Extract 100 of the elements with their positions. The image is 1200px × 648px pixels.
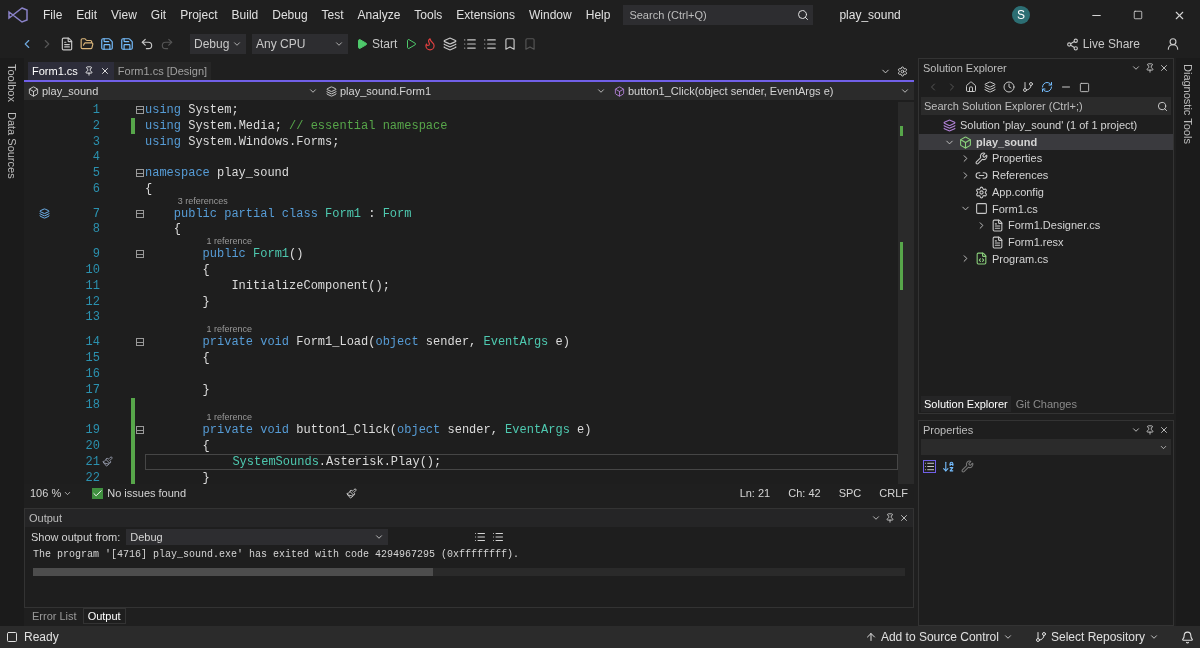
feedback-icon[interactable] xyxy=(1166,37,1180,51)
save-all-icon[interactable] xyxy=(120,37,134,51)
account-avatar[interactable]: S xyxy=(1012,6,1030,24)
restore-icon[interactable] xyxy=(1133,10,1143,20)
collapse-icon[interactable] xyxy=(136,426,144,435)
select-repository-button[interactable]: Select Repository xyxy=(1034,628,1159,646)
horizontal-scrollbar[interactable] xyxy=(33,568,905,576)
menu-item[interactable]: Project xyxy=(173,6,225,24)
flame-icon[interactable] xyxy=(423,37,438,51)
member-dropdown[interactable]: button1_Click(object sender, EventArgs e) xyxy=(614,82,910,100)
wrench-icon[interactable] xyxy=(961,459,974,473)
save-icon[interactable] xyxy=(100,37,114,51)
search-field[interactable]: Search Solution Explorer (Ctrl+;) xyxy=(921,97,1153,115)
line-endings-indicator[interactable]: CRLF xyxy=(879,484,908,502)
line-indicator[interactable]: Ln: 21 xyxy=(739,484,771,502)
close-icon[interactable] xyxy=(1159,63,1169,73)
new-item-icon[interactable] xyxy=(60,37,74,51)
undo-icon[interactable] xyxy=(140,37,154,51)
menu-item[interactable]: Analyze xyxy=(350,6,408,24)
collapse-icon[interactable] xyxy=(136,250,144,259)
menu-item[interactable]: Debug xyxy=(265,6,315,24)
type-dropdown[interactable]: play_sound.Form1 xyxy=(326,82,606,100)
tree-item[interactable]: Form1.resx xyxy=(919,233,1173,251)
panel-tab[interactable]: Git Changes xyxy=(1012,396,1080,412)
document-tab[interactable]: Form1.cs [Design] xyxy=(113,62,212,80)
bookmark-icon[interactable] xyxy=(503,37,518,51)
brush-icon[interactable] xyxy=(102,456,113,468)
add-to-source-control-button[interactable]: Add to Source Control xyxy=(864,628,1013,646)
live-share-button[interactable]: Live Share xyxy=(1065,35,1140,53)
pin-icon[interactable] xyxy=(83,66,94,76)
reference-count-link[interactable]: 1 reference xyxy=(206,325,253,335)
settings-icon[interactable] xyxy=(897,66,908,77)
issues-status[interactable]: No issues found xyxy=(92,484,187,502)
panel-tab[interactable]: Solution Explorer xyxy=(921,396,1011,412)
close-icon[interactable] xyxy=(99,66,110,76)
toolbar-icon[interactable] xyxy=(443,37,458,51)
document-tab[interactable]: Form1.cs xyxy=(28,62,114,80)
categorized-icon[interactable] xyxy=(923,459,936,473)
close-icon[interactable] xyxy=(899,513,909,523)
platform-dropdown[interactable]: Any CPU xyxy=(252,34,348,54)
collapse-icon[interactable] xyxy=(136,209,144,218)
search-field[interactable]: Search (Ctrl+Q) xyxy=(623,5,794,25)
tool-window-tab[interactable]: Diagnostic Tools xyxy=(1179,64,1197,144)
menu-item[interactable]: Extensions xyxy=(449,6,523,24)
caret-icon[interactable] xyxy=(1131,425,1141,435)
vertical-scrollbar[interactable] xyxy=(898,102,914,484)
column-indicator[interactable]: Ch: 42 xyxy=(788,484,821,502)
search-icon[interactable] xyxy=(797,9,810,21)
caret-icon[interactable] xyxy=(871,513,881,523)
menu-item[interactable]: File xyxy=(36,6,70,24)
tree-item[interactable]: play_sound xyxy=(919,133,1173,151)
tree-item[interactable]: References xyxy=(919,167,1173,184)
search-icon[interactable] xyxy=(1156,100,1168,112)
collapse-icon[interactable] xyxy=(136,105,144,114)
menu-item[interactable]: View xyxy=(104,6,144,24)
reference-count-link[interactable]: 1 reference xyxy=(206,413,253,423)
menu-item[interactable]: Edit xyxy=(69,6,105,24)
tree-item[interactable]: Properties xyxy=(919,150,1173,168)
show-all-files-icon[interactable] xyxy=(1079,81,1090,93)
tree-item[interactable]: Program.cs xyxy=(919,250,1173,268)
list-icon[interactable] xyxy=(463,37,478,51)
tree-item[interactable]: App.config xyxy=(919,183,1173,201)
pending-changes-icon[interactable] xyxy=(1003,81,1015,93)
output-source-dropdown[interactable]: Debug xyxy=(126,529,389,545)
notifications-icon[interactable] xyxy=(1181,630,1194,644)
configuration-dropdown[interactable]: Debug xyxy=(190,34,246,54)
menu-item[interactable]: Test xyxy=(314,6,351,24)
open-folder-icon[interactable] xyxy=(80,37,94,51)
whitespace-indicator[interactable]: SPC xyxy=(838,484,862,502)
reference-count-link[interactable]: 1 reference xyxy=(206,237,253,247)
panel-tab[interactable]: Output xyxy=(82,608,126,624)
tool-window-tab[interactable]: Toolbox xyxy=(3,64,21,102)
refresh-icon[interactable] xyxy=(1041,81,1053,93)
menu-item[interactable]: Help xyxy=(578,6,618,24)
menu-item[interactable]: Tools xyxy=(407,6,450,24)
brush-icon[interactable] xyxy=(346,487,358,499)
menu-item[interactable]: Git xyxy=(143,6,174,24)
collapse-icon[interactable] xyxy=(136,169,144,178)
tree-item[interactable]: Form1.Designer.cs xyxy=(919,217,1173,234)
panel-tab[interactable]: Error List xyxy=(28,608,81,624)
pin-icon[interactable] xyxy=(885,513,895,523)
menu-item[interactable]: Build xyxy=(224,6,266,24)
start-button[interactable]: Start xyxy=(354,35,400,53)
tool-window-tab[interactable]: Data Sources xyxy=(3,111,21,179)
zoom-dropdown[interactable]: 106 % xyxy=(30,484,73,502)
pin-icon[interactable] xyxy=(1145,425,1155,435)
sort-az-icon[interactable] xyxy=(942,459,955,473)
reference-count-link[interactable]: 3 references xyxy=(177,196,228,206)
app-logo-icon xyxy=(8,7,28,23)
tree-item[interactable]: Solution 'play_sound' (1 of 1 project) xyxy=(919,117,1173,134)
caret-icon[interactable] xyxy=(1131,63,1141,73)
collapse-icon[interactable] xyxy=(136,338,144,347)
menu-item[interactable]: Window xyxy=(522,6,579,24)
project-dropdown[interactable]: play_sound xyxy=(28,82,318,100)
pin-icon[interactable] xyxy=(1145,63,1155,73)
tree-item[interactable]: Form1.cs xyxy=(919,200,1173,218)
close-icon[interactable] xyxy=(1159,425,1169,435)
home-icon[interactable] xyxy=(965,81,977,93)
play-outline-icon[interactable] xyxy=(405,38,418,50)
line-number: 6 xyxy=(91,180,100,198)
